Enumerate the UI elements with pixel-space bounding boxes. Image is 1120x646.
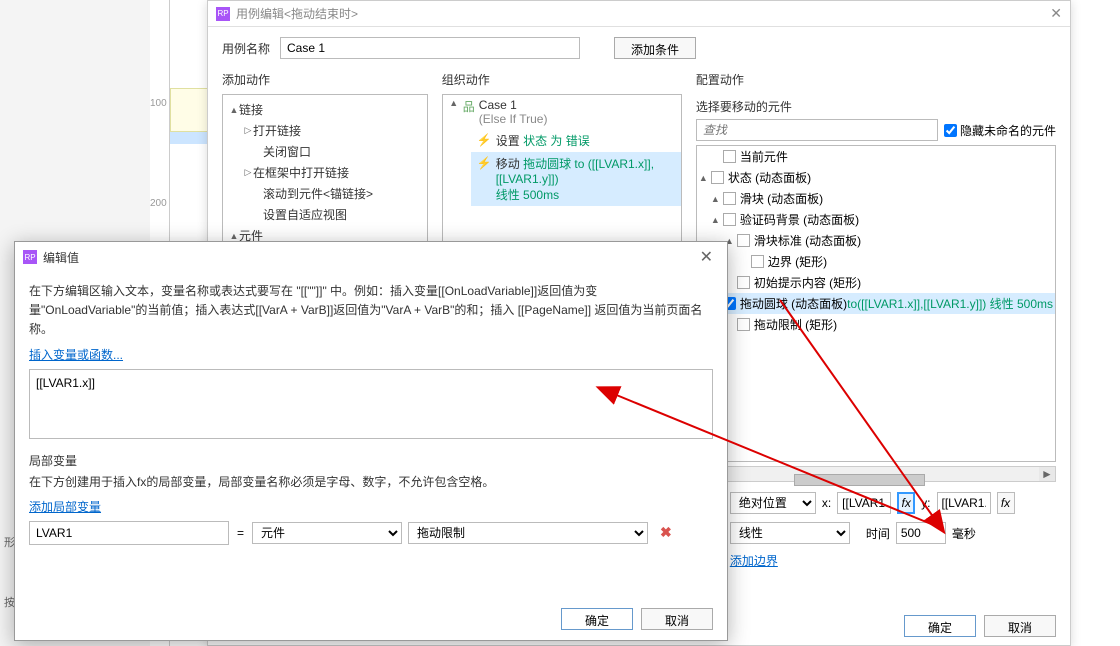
case-icon: 品 [463,98,475,115]
equals-label: = [235,526,246,540]
tree-scroll-to[interactable]: 滚动到元件<锚链接> [239,183,425,204]
cfg-state[interactable]: ▲状态 (动态面板) [697,167,1055,188]
time-label: 时间 [866,525,890,542]
x-input[interactable] [837,492,891,514]
dialog2-ok-button[interactable]: 确定 [561,608,633,630]
move-row: 移动 绝对位置 x: fx y: fx [696,492,1056,514]
cfg-slider[interactable]: ▲滑块 (动态面板) [697,188,1055,209]
ruler-mark-200: 200 [150,198,167,209]
x-label: x: [822,496,831,510]
delete-var-icon[interactable]: ✖ [654,524,678,541]
tree-adaptive-view[interactable]: 设置自适应视图 [239,204,425,225]
local-var-row: = 元件 拖动限制 ✖ [29,521,713,545]
dialog1-cancel-button[interactable]: 取消 [984,615,1056,637]
cfg-drag-limit[interactable]: 拖动限制 (矩形) [697,314,1055,335]
cfg-verify-bg[interactable]: ▲验证码背景 (动态面板) [697,209,1055,230]
add-local-var-link[interactable]: 添加局部变量 [29,500,101,514]
case-name-label: 用例名称 [222,40,272,57]
lightning-icon: ⚡ [477,133,492,147]
expression-textarea[interactable] [29,369,713,439]
tree-open-in-frame[interactable]: ▷在框架中打开链接 [239,162,425,183]
organize-title: 组织动作 [442,69,682,90]
anim-type-select[interactable]: 线性 [730,522,850,544]
var-target-select[interactable]: 拖动限制 [408,522,648,544]
local-var-title: 局部变量 [29,452,713,469]
case-name-input[interactable] [280,37,580,59]
configure-column: 配置动作 选择要移动的元件 隐藏未命名的元件 当前元件 ▲状态 (动态面板) ▲… [696,69,1056,569]
org-set-state[interactable]: ⚡ 设置 状态 为 错误 [471,129,681,152]
cfg-init-hint[interactable]: 初始提示内容 (矩形) [697,272,1055,293]
fx-y-button[interactable]: fx [997,492,1015,514]
case-name-row: 用例名称 添加条件 [208,27,1070,69]
app-icon: RP [216,7,230,21]
fx-x-button[interactable]: fx [897,492,915,514]
org-move[interactable]: ⚡ 移动 拖动圆球 to ([[LVAR1.x]],[[LVAR1.y]]) 线… [471,152,681,206]
dialog1-close-icon[interactable]: ✕ [1050,5,1062,22]
cfg-drag-ball[interactable]: ▲拖动圆球 (动态面板) to ([[LVAR1.x]],[[LVAR1.y]]… [697,293,1055,314]
time-unit: 毫秒 [952,525,976,542]
cfg-slider-std[interactable]: ▲滑块标准 (动态面板) [697,230,1055,251]
widget-tree-hscroll[interactable]: ◄ ► [696,466,1056,482]
app-icon: RP [23,250,37,264]
edit-value-dialog: RP 编辑值 ✕ 在下方编辑区输入文本，变量名称或表达式要写在 "[[""]]"… [14,241,728,641]
add-condition-button[interactable]: 添加条件 [614,37,696,59]
var-name-input[interactable] [29,521,229,545]
move-type-select[interactable]: 绝对位置 [730,492,816,514]
time-input[interactable] [896,522,946,544]
y-label: y: [921,496,930,510]
dialog1-ok-button[interactable]: 确定 [904,615,976,637]
tree-links[interactable]: ▲链接 [225,99,425,120]
scroll-thumb[interactable] [794,474,924,486]
bound-row: 界限 添加边界 [696,552,1056,569]
dialog2-close-icon[interactable]: ✕ [694,247,719,267]
dialog1-titlebar: RP 用例编辑<拖动结束时> ✕ [208,1,1070,27]
tree-close-window[interactable]: 关闭窗口 [239,141,425,162]
org-case[interactable]: ▲ 品 Case 1 (Else If True) [443,95,681,129]
dialog2-titlebar: RP 编辑值 ✕ [15,242,727,272]
cfg-current[interactable]: 当前元件 [697,146,1055,167]
lightning-icon: ⚡ [477,156,492,170]
local-var-description: 在下方创建用于插入fx的局部变量，局部变量名称必须是字母、数字，不允许包含空格。 [29,473,713,492]
select-widgets-label: 选择要移动的元件 [696,94,1056,119]
dialog2-title: 编辑值 [43,249,694,266]
dialog2-cancel-button[interactable]: 取消 [641,608,713,630]
configure-title: 配置动作 [696,69,1056,90]
widget-tree[interactable]: 当前元件 ▲状态 (动态面板) ▲滑块 (动态面板) ▲验证码背景 (动态面板)… [696,145,1056,462]
var-type-select[interactable]: 元件 [252,522,402,544]
insert-var-link[interactable]: 插入变量或函数... [29,348,123,362]
ruler-mark-100: 100 [150,98,167,109]
y-input[interactable] [937,492,991,514]
cfg-border[interactable]: 边界 (矩形) [697,251,1055,272]
dialog1-title: 用例编辑<拖动结束时> [236,5,1050,22]
add-actions-title: 添加动作 [222,69,428,90]
add-bound-link[interactable]: 添加边界 [730,552,778,569]
widget-search-input[interactable] [696,119,938,141]
tree-open-link[interactable]: ▷打开链接 [239,120,425,141]
anim-row: 动画 线性 时间 毫秒 [696,522,1056,544]
scroll-right-icon[interactable]: ► [1039,467,1055,481]
hide-unnamed-checkbox[interactable]: 隐藏未命名的元件 [944,122,1056,139]
edit-value-description: 在下方编辑区输入文本，变量名称或表达式要写在 "[[""]]" 中。例如：插入变… [29,282,713,340]
